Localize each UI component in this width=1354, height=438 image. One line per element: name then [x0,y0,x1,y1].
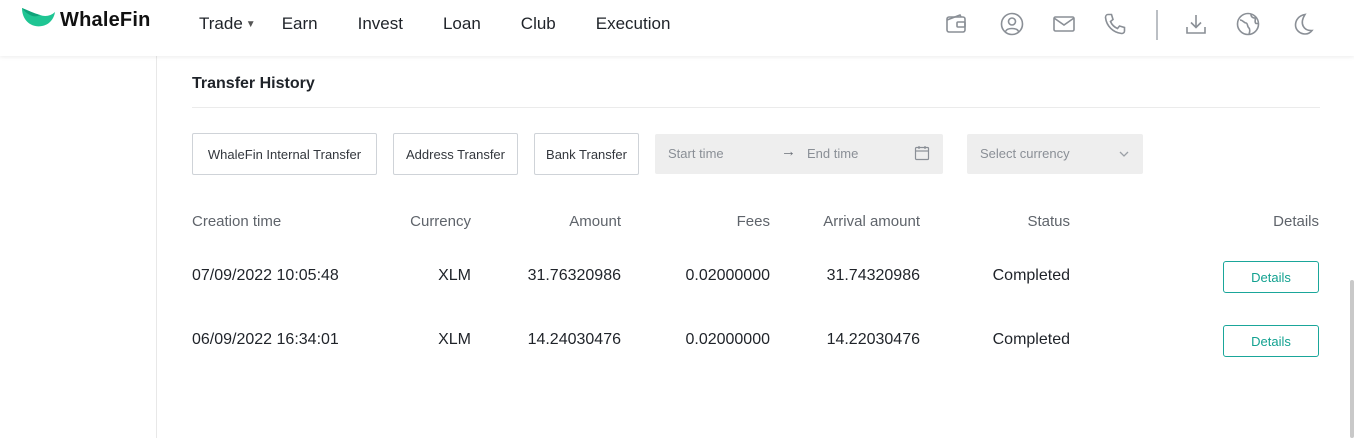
language-button[interactable] [1234,10,1262,38]
messages-button[interactable] [1050,10,1078,38]
details-button[interactable]: Details [1223,261,1319,293]
mail-icon [1053,16,1075,32]
nav-invest[interactable]: Invest [358,14,403,34]
theme-toggle-button[interactable] [1288,10,1316,38]
col-details: Details [1273,213,1319,230]
currency-select-placeholder: Select currency [980,146,1070,161]
nav-trade[interactable]: Trade ▼ [199,14,256,34]
row-amount: 14.24030476 [527,331,621,348]
caret-down-icon: ▼ [245,18,256,30]
row-currency: XLM [438,267,471,284]
col-creation-time: Creation time [192,213,282,230]
user-icon [1000,12,1024,36]
row-amount: 31.76320986 [527,267,621,284]
nav-earn[interactable]: Earn [282,14,318,34]
row-currency: XLM [438,331,471,348]
download-icon [1186,15,1206,34]
nav-club[interactable]: Club [521,14,556,34]
title-divider [192,107,1320,108]
account-button[interactable] [998,10,1026,38]
col-fees: Fees [736,213,770,230]
col-currency: Currency [410,213,471,230]
row-status: Completed [992,331,1070,348]
tab-bank-transfer[interactable]: Bank Transfer [534,133,639,175]
brand-logo[interactable]: WhaleFin [18,0,151,40]
start-time-input[interactable]: Start time [668,146,724,161]
wallet-button[interactable] [942,10,970,38]
header-divider [1156,10,1158,40]
phone-icon [1104,13,1126,35]
tab-internal-transfer[interactable]: WhaleFin Internal Transfer [192,133,377,175]
calendar-icon [914,146,930,161]
page-scrollbar[interactable] [1350,280,1354,438]
row-arrival-amount: 31.74320986 [826,267,920,284]
date-range-picker[interactable]: Start time → End time [655,134,943,174]
end-time-input[interactable]: End time [807,146,858,161]
nav-execution[interactable]: Execution [596,14,671,34]
range-arrow-icon: → [781,143,796,160]
top-header: WhaleFin Trade ▼ Earn Invest Loan Club E… [0,0,1354,56]
brand-name: WhaleFin [60,8,151,31]
currency-select[interactable]: Select currency [967,134,1143,174]
tab-address-transfer[interactable]: Address Transfer [393,133,518,175]
chevron-down-icon [1119,151,1129,157]
details-button[interactable]: Details [1223,325,1319,357]
row-fees: 0.02000000 [685,331,770,348]
col-status: Status [1027,213,1070,230]
row-status: Completed [992,267,1070,284]
nav-trade-label: Trade [199,14,243,33]
nav-loan[interactable]: Loan [443,14,481,34]
moon-icon [1294,13,1314,35]
row-arrival-amount: 14.22030476 [826,331,920,348]
col-amount: Amount [569,213,621,230]
col-arrival-amount: Arrival amount [823,213,920,230]
sidebar-divider [156,56,157,438]
main-nav: Trade ▼ Earn Invest Loan Club Execution [199,0,710,48]
wallet-icon [946,13,966,33]
row-creation-time: 06/09/2022 16:34:01 [192,331,339,348]
row-fees: 0.02000000 [685,267,770,284]
section-title: Transfer History [192,75,315,92]
support-button[interactable] [1101,10,1129,38]
download-app-button[interactable] [1182,10,1210,38]
whale-logo-icon [22,8,55,27]
language-icon [1236,12,1260,36]
row-creation-time: 07/09/2022 10:05:48 [192,267,339,284]
